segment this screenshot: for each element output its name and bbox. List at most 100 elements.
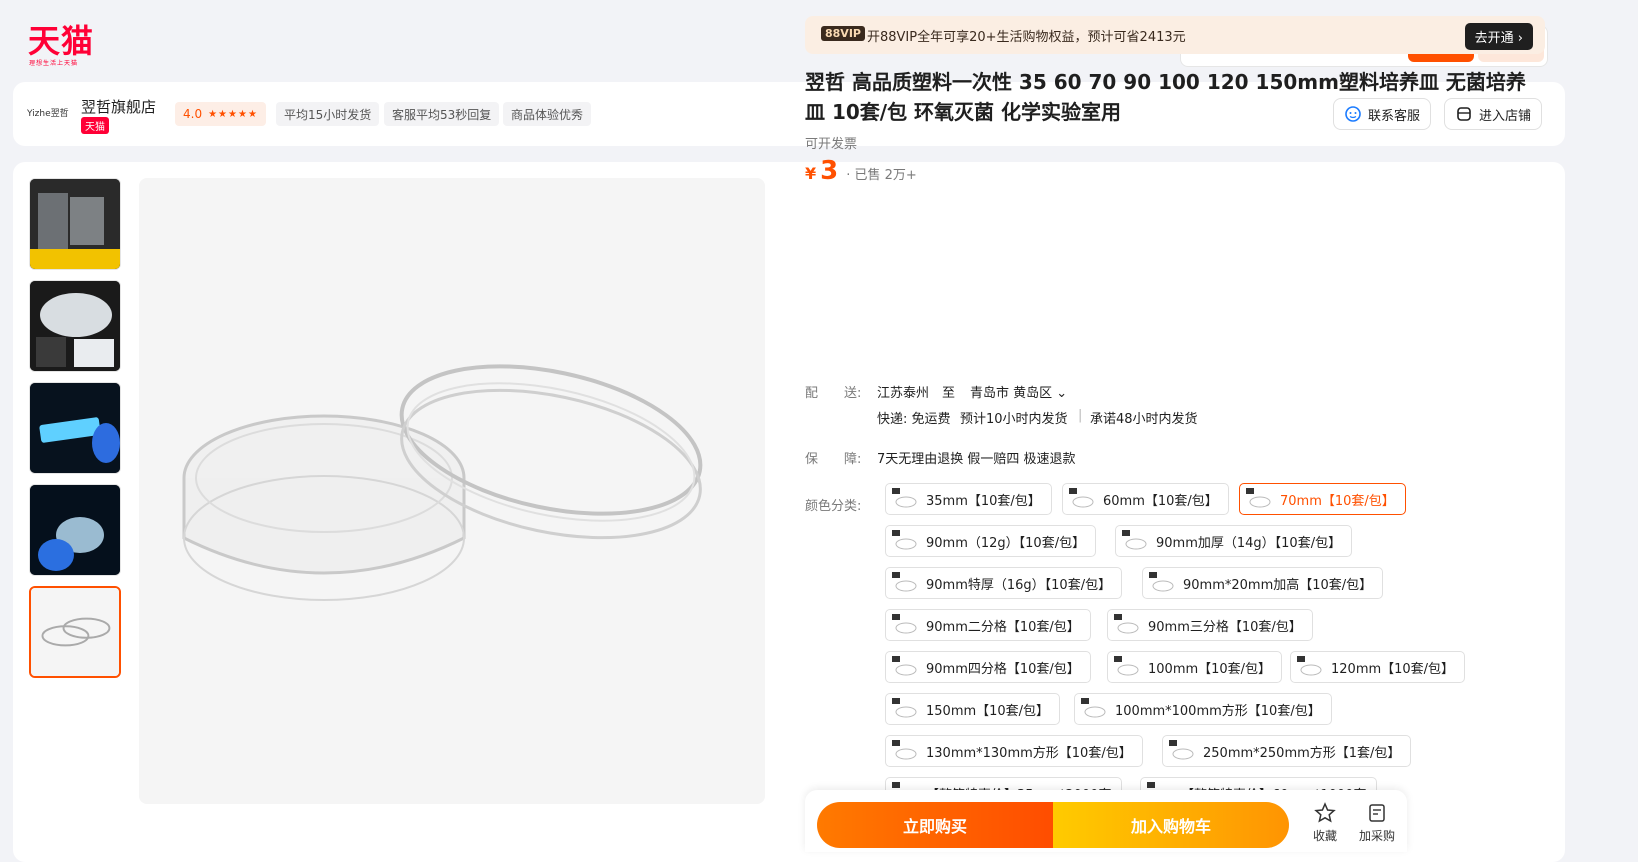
vip-text: 开88VIP全年可享20+生活购物权益，预计可省2413元 — [867, 30, 1186, 45]
favorite-button[interactable]: 收藏 — [1305, 802, 1345, 844]
thumbnail-image — [30, 485, 120, 575]
sku-option[interactable]: 35mm【10套/包】 — [885, 483, 1052, 515]
sku-thumbnail — [890, 654, 918, 680]
thumbnail-image — [30, 179, 120, 269]
rating-value: 4.0 — [183, 107, 203, 121]
buy-bar: 立即购买 加入购物车 收藏 加采购 — [805, 790, 1407, 852]
sku-thumbnail — [890, 528, 918, 554]
sku-option[interactable]: 130mm*130mm方形【10套/包】 — [885, 735, 1143, 767]
sold-count: · 已售 2万+ — [846, 168, 917, 183]
sku-option-label: 60mm【10套/包】 — [1103, 493, 1218, 509]
sku-option[interactable]: 100mm【10套/包】 — [1107, 651, 1283, 683]
guarantee-label: 保 障: — [805, 452, 862, 467]
thumbnail-3[interactable] — [29, 382, 121, 474]
buy-now-button[interactable]: 立即购买 — [817, 802, 1053, 848]
sku-option-label: 130mm*130mm方形【10套/包】 — [926, 745, 1132, 761]
thumbnail-2[interactable] — [29, 280, 121, 372]
delivery-to-word: 至 — [942, 386, 956, 401]
sku-option[interactable]: 90mm二分格【10套/包】 — [885, 609, 1091, 641]
sku-thumbnail — [890, 696, 918, 722]
sku-option-label: 90mm二分格【10套/包】 — [926, 619, 1080, 635]
vip-banner: 88VIP 开88VIP全年可享20+生活购物权益，预计可省2413元 去开通 … — [805, 16, 1545, 54]
thumbnail-4[interactable] — [29, 484, 121, 576]
sku-thumbnail — [1120, 528, 1148, 554]
sku-option[interactable]: 150mm【10套/包】 — [885, 693, 1061, 725]
purchase-list-button[interactable]: 加采购 — [1357, 802, 1397, 844]
sku-thumbnail — [1079, 696, 1107, 722]
delivery-destination-text: 青岛市 黄岛区 — [970, 386, 1053, 401]
sku-option[interactable]: 90mm（12g）【10套/包】 — [885, 525, 1097, 557]
shop-name[interactable]: 翌哲旗舰店 — [81, 96, 156, 117]
shop-chip-shipping: 平均15小时发货 — [276, 102, 380, 126]
sku-option[interactable]: 250mm*250mm方形【1套/包】 — [1162, 735, 1412, 767]
price-symbol: ¥ — [805, 164, 817, 183]
delivery-destination[interactable]: 青岛市 黄岛区 ⌄ — [970, 382, 1067, 401]
sku-option-label: 90mm*20mm加高【10套/包】 — [1183, 577, 1373, 593]
shop-chip-service: 客服平均53秒回复 — [384, 102, 500, 126]
sku-option[interactable]: 100mm*100mm方形【10套/包】 — [1074, 693, 1332, 725]
sku-option[interactable]: 90mm特厚（16g）【10套/包】 — [885, 567, 1123, 599]
thumbnail-image — [30, 281, 120, 371]
sku-label: 颜色分类: — [805, 499, 862, 514]
sku-option-label: 90mm特厚（16g）【10套/包】 — [926, 577, 1112, 593]
sku-option-label: 100mm【10套/包】 — [1148, 661, 1272, 677]
product-main-image[interactable] — [139, 178, 765, 804]
vip-badge: 88VIP — [821, 26, 865, 41]
star-icon — [1314, 802, 1336, 823]
product-title: 翌哲 高品质塑料一次性 35 60 70 90 100 120 150mm塑料培… — [805, 70, 1526, 124]
rating-stars-icon: ★★★★★ — [208, 108, 258, 120]
sku-option-label: 120mm【10套/包】 — [1331, 661, 1455, 677]
sku-thumbnail — [890, 612, 918, 638]
sku-option-selected[interactable]: 70mm【10套/包】 — [1239, 483, 1406, 515]
delivery-express: 快递: 免运费 — [877, 412, 951, 427]
sku-thumbnail — [1147, 570, 1175, 596]
sku-thumbnail — [890, 570, 918, 596]
sku-option-label: 90mm加厚（14g）【10套/包】 — [1156, 535, 1342, 551]
price-value: 3 — [820, 156, 839, 186]
sku-thumbnail — [1295, 654, 1323, 680]
sku-option[interactable]: 60mm【10套/包】 — [1062, 483, 1229, 515]
delivery-label: 配 送: — [805, 386, 862, 401]
sku-option-label: 90mm四分格【10套/包】 — [926, 661, 1080, 677]
shop-chip-experience: 商品体验优秀 — [503, 102, 592, 126]
sku-thumbnail — [1244, 486, 1272, 512]
thumbnail-image — [31, 588, 119, 676]
sku-option-label: 35mm【10套/包】 — [926, 493, 1041, 509]
add-to-cart-button[interactable]: 加入购物车 — [1053, 802, 1289, 848]
sku-option[interactable]: 90mm*20mm加高【10套/包】 — [1142, 567, 1384, 599]
sku-option[interactable]: 120mm【10套/包】 — [1290, 651, 1466, 683]
sku-option-label: 150mm【10套/包】 — [926, 703, 1050, 719]
divider: | — [1078, 408, 1083, 423]
sku-option[interactable]: 90mm三分格【10套/包】 — [1107, 609, 1313, 641]
thumbnail-1[interactable] — [29, 178, 121, 270]
invoice-label: 可开发票 — [805, 137, 858, 152]
delivery-promise: 承诺48小时内发货 — [1090, 412, 1198, 427]
purchase-list-icon — [1369, 804, 1385, 822]
guarantee-text[interactable]: 7天无理由退换 假一赔四 极速退款 — [877, 448, 1076, 467]
thumbnail-5[interactable] — [29, 586, 121, 678]
chevron-down-icon: ⌄ — [1056, 386, 1068, 401]
petri-dish-image — [182, 364, 703, 601]
sku-option-label: 70mm【10套/包】 — [1280, 493, 1395, 509]
tmall-logo-slogan: 理想生活上天猫 — [29, 60, 79, 67]
delivery-eta: 预计10小时内发货 — [960, 412, 1068, 427]
sku-thumbnail — [890, 486, 918, 512]
vip-open-button[interactable]: 去开通 › — [1464, 23, 1533, 50]
sku-thumbnail — [1067, 486, 1095, 512]
sku-thumbnail — [1112, 654, 1140, 680]
sku-thumbnail — [1167, 738, 1195, 764]
tmall-logo[interactable]: 天猫 — [28, 24, 94, 58]
sku-option[interactable]: 90mm四分格【10套/包】 — [885, 651, 1091, 683]
tmall-badge: 天猫 — [81, 117, 109, 134]
sku-option-label: 90mm三分格【10套/包】 — [1148, 619, 1302, 635]
thumbnail-image — [30, 383, 120, 473]
sku-option-label: 90mm（12g）【10套/包】 — [926, 535, 1086, 551]
sku-option[interactable]: 90mm加厚（14g）【10套/包】 — [1115, 525, 1353, 557]
sku-option-label: 250mm*250mm方形【1套/包】 — [1203, 745, 1401, 761]
shop-rating: 4.0 ★★★★★ — [175, 102, 266, 126]
sku-thumbnail — [1112, 612, 1140, 638]
delivery-from: 江苏泰州 — [877, 386, 930, 401]
purchase-list-label: 加采购 — [1358, 829, 1395, 843]
shop-logo[interactable]: Yizhe翌哲 — [27, 106, 69, 119]
sku-thumbnail — [890, 738, 918, 764]
